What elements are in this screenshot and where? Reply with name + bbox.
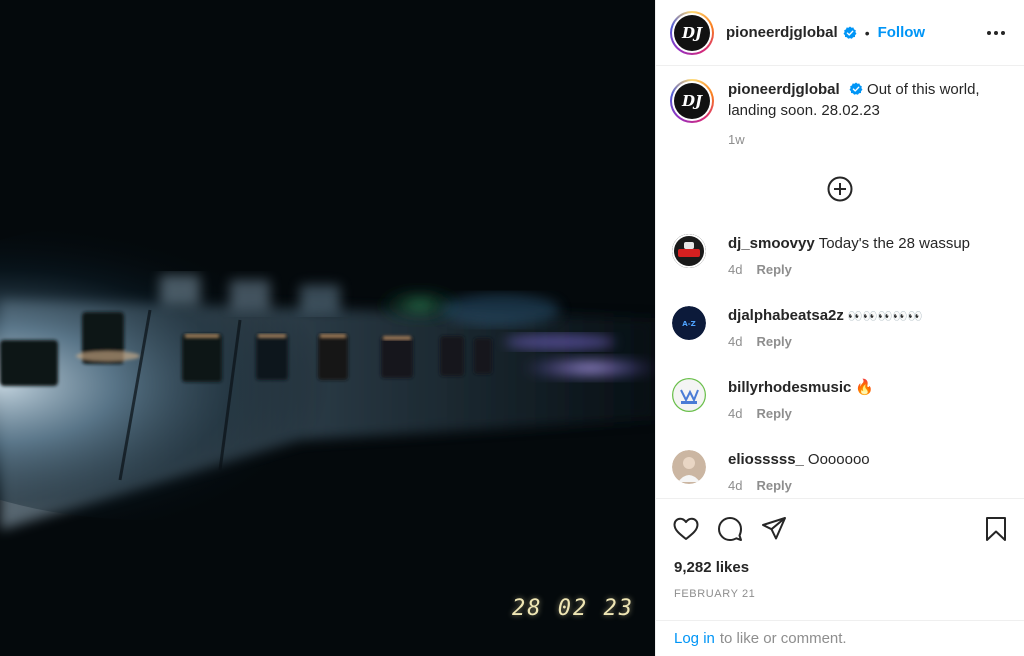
comment-avatar-image: A-Z [672,306,706,340]
save-button[interactable] [982,515,1010,543]
comment-text: Today's the 28 wassup [818,235,971,252]
reply-button[interactable]: Reply [756,478,791,493]
comment-username[interactable]: billyrhodesmusic [728,379,851,396]
more-horizontal-icon [987,30,1005,35]
avatar-logo: DJ [674,14,710,51]
comment-text: 🔥 [855,379,875,396]
comment-time: 4d [728,406,743,421]
comment-line: djalphabeatsa2z 👀👀👀👀👀 [728,306,923,326]
dj-mixer-photo [0,0,655,656]
caption-avatar-logo: DJ [674,83,710,119]
share-icon [762,516,786,539]
comment-item: eliosssss_ Ooooooo 4d Reply [672,450,1008,493]
comment-item: A-Z djalphabeatsa2z 👀👀👀👀👀 4d Reply [672,306,1008,349]
reply-button[interactable]: Reply [756,334,791,349]
load-more-comments-button[interactable] [826,175,854,203]
caption-verified-badge-icon [849,82,863,95]
comment-time: 4d [728,262,743,277]
header-username[interactable]: pioneerdjglobal [726,24,838,41]
likes-count[interactable]: 9,282 likes [674,559,749,576]
comment-body: djalphabeatsa2z 👀👀👀👀👀 4d Reply [728,306,923,349]
caption-username[interactable]: pioneerdjglobal [728,81,840,98]
avatar[interactable]: DJ [670,10,714,55]
share-button[interactable] [760,515,788,543]
reply-button[interactable]: Reply [756,262,791,277]
follow-button[interactable]: Follow [878,24,926,41]
login-prompt-text: to like or comment. [719,630,847,647]
comment-icon [718,516,742,541]
comment-meta: 4d Reply [728,334,923,349]
comment-avatar[interactable]: A-Z [672,306,706,340]
post-header: DJ pioneerdjglobal • Follow [656,0,1024,66]
instagram-post: 28 02 23 DJ pioneerdjglobal • Follow DJ … [0,0,1024,656]
comments-section[interactable]: DJ pioneerdjglobal Out of this world, la… [656,67,1024,497]
comment-meta: 4d Reply [728,262,970,277]
date-stamp-overlay: 28 02 23 [512,596,634,621]
more-options-button[interactable] [984,21,1008,45]
reply-button[interactable]: Reply [756,406,791,421]
comment-button[interactable] [716,515,744,543]
post-sidebar: DJ pioneerdjglobal • Follow DJ pioneerdj… [655,0,1024,656]
heart-icon [673,517,699,540]
plus-circle-icon [827,176,853,202]
like-button[interactable] [672,515,700,543]
comment-text: 👀👀👀👀👀 [847,309,923,323]
comment-avatar[interactable] [672,378,706,412]
comment-username[interactable]: dj_smoovyy [728,235,815,252]
header-separator: • [864,24,870,41]
comment-text: Ooooooo [807,451,870,468]
login-prompt: Log in to like or comment. [656,620,1024,656]
comment-username[interactable]: djalphabeatsa2z [728,307,844,324]
caption-avatar[interactable]: DJ [670,79,714,123]
comment-meta: 4d Reply [728,406,874,421]
comment-body: billyrhodesmusic 🔥 4d Reply [728,378,874,421]
comment-time: 4d [728,334,743,349]
comment-avatar[interactable] [672,450,706,484]
comment-line: eliosssss_ Ooooooo [728,450,870,470]
comment-time: 4d [728,478,743,493]
caption-text-block: pioneerdjglobal Out of this world, landi… [728,79,1008,150]
caption-avatar-border: DJ [672,81,712,121]
comment-avatar[interactable] [672,234,706,268]
comment-item: dj_smoovyy Today's the 28 wassup 4d Reply [672,234,1008,277]
comment-body: dj_smoovyy Today's the 28 wassup 4d Reply [728,234,970,277]
action-bar [656,498,1024,558]
comment-body: eliosssss_ Ooooooo 4d Reply [728,450,870,493]
comment-item: billyrhodesmusic 🔥 4d Reply [672,378,1008,421]
comment-avatar-image [672,450,706,484]
post-date: FEBRUARY 21 [674,588,756,600]
login-link[interactable]: Log in [674,630,715,647]
avatar-glyph: A-Z [682,320,695,328]
bookmark-icon [986,516,1006,541]
post-image[interactable]: 28 02 23 [0,0,655,656]
comment-username[interactable]: eliosssss_ [728,451,804,468]
comment-line: billyrhodesmusic 🔥 [728,378,874,398]
comment-meta: 4d Reply [728,478,870,493]
comment-avatar-image [672,378,706,412]
comment-avatar-image [672,234,706,268]
avatar-border: DJ [672,12,712,53]
comment-line: dj_smoovyy Today's the 28 wassup [728,234,970,254]
verified-badge-icon [843,26,857,39]
post-caption: DJ pioneerdjglobal Out of this world, la… [656,67,1024,150]
caption-time: 1w [728,132,745,147]
